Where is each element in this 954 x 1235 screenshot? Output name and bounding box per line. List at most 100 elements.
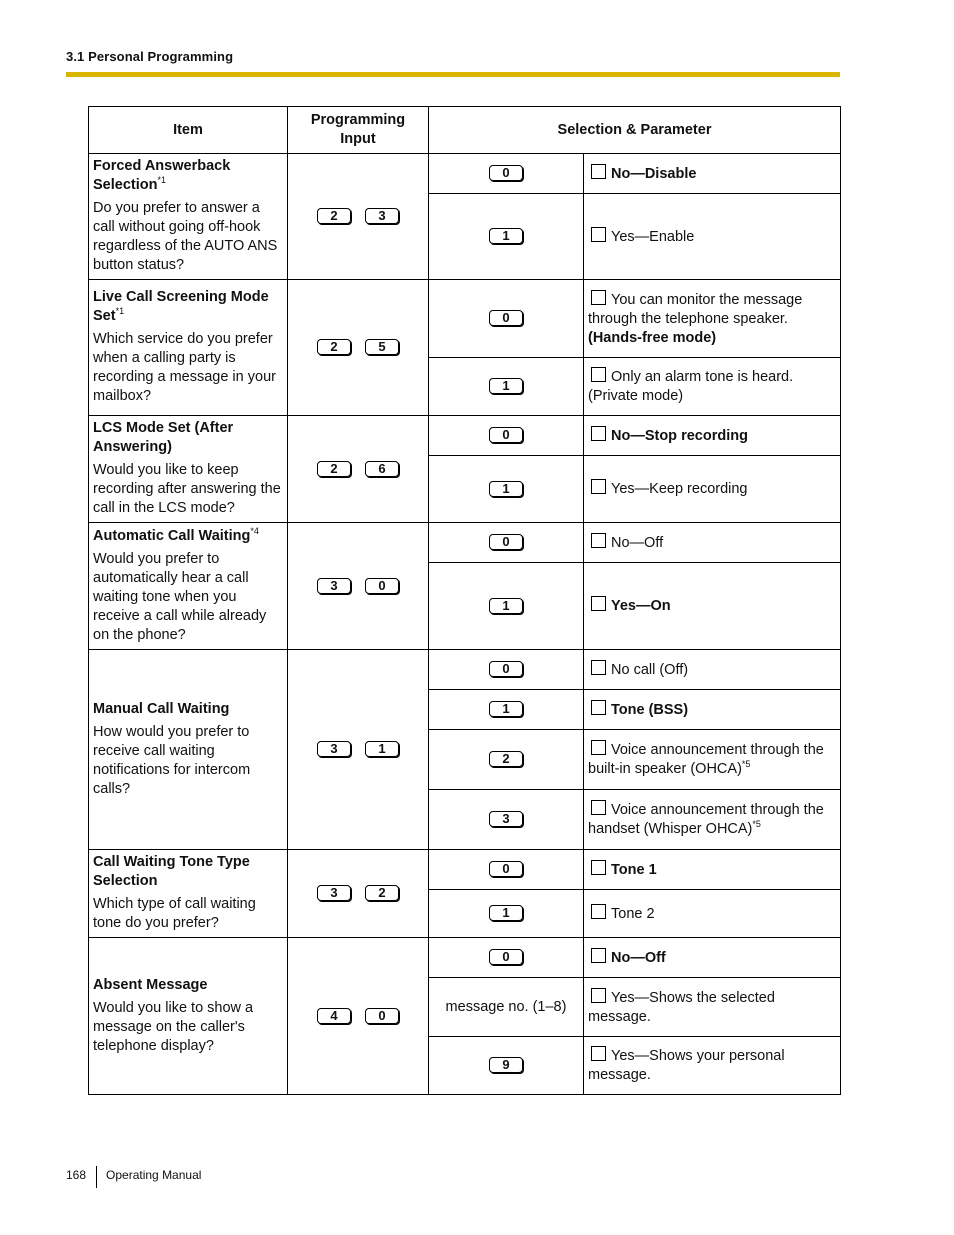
selection-cell: 0 — [428, 849, 584, 890]
item-title: Live Call Screening Mode Set*1 — [93, 288, 283, 326]
selection-cell: 0 — [428, 415, 584, 456]
page-number: 168 — [66, 1168, 87, 1182]
parameter-cell: Yes—Keep recording — [583, 455, 841, 523]
checkbox-icon[interactable] — [591, 289, 606, 305]
item-title: Call Waiting Tone Type Selection — [93, 853, 283, 891]
parameter-label: No call (Off) — [611, 661, 689, 678]
item-cell: Automatic Call Waiting*4 Would you prefer… — [88, 522, 288, 650]
dial-key-icon: 2 — [317, 339, 351, 355]
parameter-label: Yes—Shows the selected message. — [588, 989, 775, 1025]
dial-key-icon: 2 — [365, 885, 399, 901]
item-title: Manual Call Waiting — [93, 700, 283, 719]
selection-cell: 3 — [428, 789, 584, 850]
table-row: LCS Mode Set (After Answering) Would you … — [88, 415, 841, 523]
dial-key-icon: 0 — [365, 1007, 399, 1024]
parameter-cell: Yes—Enable — [583, 193, 841, 280]
dial-key-icon: 0 — [489, 427, 523, 443]
manual-title: Operating Manual — [106, 1168, 202, 1182]
parameter-label: No—Disable — [611, 165, 697, 182]
dial-key-icon: 6 — [365, 460, 399, 477]
column-header-selection-parameter: Selection & Parameter — [428, 106, 841, 154]
parameter-label: Yes—On — [611, 598, 671, 614]
dial-key-icon: 4 — [317, 1007, 351, 1024]
programming-table: Item Programming Input Selection & Param… — [88, 106, 841, 1095]
checkbox-icon[interactable] — [591, 699, 606, 715]
checkbox-icon[interactable] — [591, 740, 606, 755]
table-row: Manual Call Waiting How would you prefer … — [88, 649, 841, 850]
parameter-cell: No—Stop recording — [583, 415, 841, 456]
item-description: Would you like to show a message on the … — [93, 999, 254, 1054]
item-title: Absent Message — [93, 976, 283, 995]
item-cell: LCS Mode Set (After Answering) Would you … — [88, 415, 288, 523]
parameter-label: Voice announcement through the built-in … — [588, 742, 824, 777]
dial-key-icon: 5 — [365, 339, 399, 355]
parameter-label: No—Off — [611, 949, 666, 966]
column-header-programming-input: Programming Input — [287, 106, 429, 154]
programming-input-cell: 30 — [287, 522, 429, 650]
item-cell: Forced Answerback Selection*1 Do you pref… — [88, 153, 288, 280]
dial-key-icon: 0 — [489, 165, 523, 181]
dial-key-icon: 1 — [489, 378, 523, 394]
checkbox-icon[interactable] — [591, 859, 606, 875]
checkbox-icon[interactable] — [591, 903, 606, 919]
parameter-label: No—Off — [611, 534, 664, 551]
selection-cell: message no. (1–8) — [428, 977, 584, 1037]
table-row: Automatic Call Waiting*4 Would you prefer… — [88, 522, 841, 650]
selection-cell: 1 — [428, 357, 584, 416]
dial-key-icon: 2 — [317, 208, 351, 224]
parameter-cell: Tone (BSS) — [583, 689, 841, 730]
checkbox-icon[interactable] — [591, 425, 606, 441]
column-header-input-label: Programming Input — [310, 112, 406, 147]
selection-cell: 0 — [428, 937, 584, 978]
programming-input-cell: 31 — [287, 649, 429, 850]
selection-cell: 1 — [428, 193, 584, 280]
selection-cell: 1 — [428, 889, 584, 938]
programming-input-cell: 23 — [287, 153, 429, 280]
parameter-cell: Tone 2 — [583, 889, 841, 938]
dial-key-icon: 2 — [317, 460, 351, 477]
dial-key-icon: 1 — [489, 701, 523, 717]
item-description: Would you prefer to automatically hear a… — [93, 550, 267, 643]
item-cell: Call Waiting Tone Type Selection Which ty… — [88, 849, 288, 938]
checkbox-icon[interactable] — [591, 659, 606, 675]
dial-key-icon: 0 — [489, 534, 523, 550]
table-row: Call Waiting Tone Type Selection Which ty… — [88, 849, 841, 938]
checkbox-icon[interactable] — [591, 987, 606, 1003]
parameter-label: You can monitor the message through the … — [588, 291, 803, 327]
checkbox-icon[interactable] — [591, 800, 606, 815]
dial-key-icon: 3 — [317, 741, 351, 757]
column-header-item: Item — [88, 106, 288, 154]
footnote-ref: *4 — [250, 525, 259, 536]
checkbox-icon[interactable] — [591, 367, 606, 382]
selection-cell: 0 — [428, 522, 584, 563]
checkbox-icon[interactable] — [591, 532, 606, 548]
checkbox-icon[interactable] — [591, 596, 606, 611]
checkbox-icon[interactable] — [591, 1046, 606, 1061]
dial-key-icon: 0 — [489, 310, 523, 326]
item-description: Do you prefer to answer a call without g… — [93, 200, 278, 273]
parameter-label: Yes—Enable — [611, 228, 695, 245]
item-description: Which service do you prefer when a calli… — [93, 331, 276, 404]
item-title: Forced Answerback Selection*1 — [93, 157, 283, 195]
programming-input-cell: 32 — [287, 849, 429, 938]
dial-key-icon: 9 — [489, 1057, 523, 1073]
parameter-label: Voice announcement through the handset (… — [588, 802, 824, 837]
parameter-cell: Yes—On — [583, 562, 841, 650]
item-title-text: Automatic Call Waiting — [93, 527, 251, 544]
parameter-label: Yes—Shows your personal message. — [588, 1048, 785, 1083]
selection-text: message no. (1–8) — [445, 998, 567, 1015]
checkbox-icon[interactable] — [591, 947, 606, 963]
parameter-cell: No call (Off) — [583, 649, 841, 690]
dial-key-icon: 1 — [489, 228, 523, 244]
table-row: Live Call Screening Mode Set*1 Which serv… — [88, 279, 841, 416]
dial-key-icon: 3 — [317, 885, 351, 901]
parameter-label: Yes—Keep recording — [611, 481, 748, 497]
dial-key-icon: 1 — [489, 905, 523, 921]
selection-cell: 0 — [428, 649, 584, 690]
checkbox-icon[interactable] — [591, 479, 606, 494]
parameter-cell: Yes—Shows your personal message. — [583, 1036, 841, 1095]
item-title-text: Call Waiting Tone Type Selection — [93, 854, 250, 889]
checkbox-icon[interactable] — [591, 226, 606, 242]
checkbox-icon[interactable] — [591, 163, 606, 179]
footnote-ref: *1 — [157, 175, 166, 185]
